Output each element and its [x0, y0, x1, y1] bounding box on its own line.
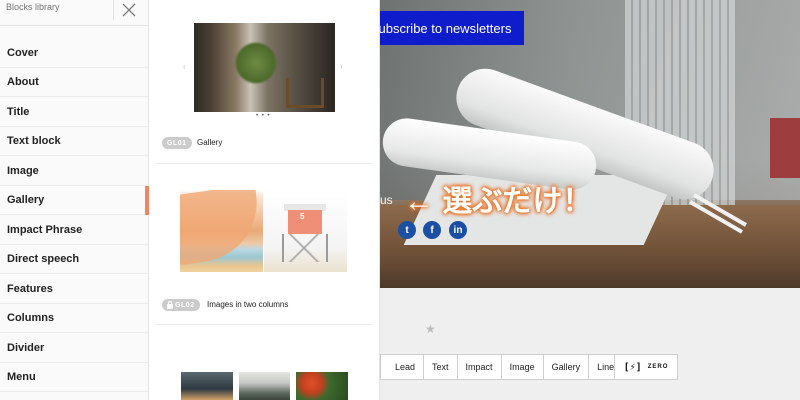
- category-features[interactable]: Features: [0, 275, 149, 304]
- subscribe-button[interactable]: ubscribe to newsletters: [380, 11, 524, 45]
- category-text-block[interactable]: Text block: [0, 127, 149, 156]
- block-preview-panel: ‹ › • • • GL01 Gallery 5 GL02 Images in …: [149, 0, 380, 400]
- type-button-image[interactable]: Image: [500, 355, 543, 379]
- zero-label: ZERO: [647, 364, 669, 370]
- category-impact-phrase[interactable]: Impact Phrase: [0, 216, 149, 245]
- block-preview-gl01[interactable]: [194, 23, 335, 112]
- category-menu[interactable]: Menu: [0, 363, 149, 392]
- star-icon: ★: [425, 322, 436, 336]
- zero-block-button[interactable]: [⚡] ZERO: [614, 354, 678, 380]
- blocks-library-sidebar: Blocks library Cover About Title Text bl…: [0, 0, 150, 400]
- linkedin-icon[interactable]: in: [449, 221, 467, 239]
- type-button-gallery[interactable]: Gallery: [542, 355, 589, 379]
- sidebar-title: Blocks library: [6, 2, 60, 12]
- block-type-bar: Lead Text Impact Image Gallery Line: [380, 354, 624, 380]
- block-code-badge: GL01: [162, 137, 192, 149]
- block-name-gl02: Images in two columns: [207, 300, 289, 309]
- slider-dots: • • •: [256, 113, 271, 119]
- zero-icon: [⚡]: [623, 361, 642, 373]
- block-name-gl01: Gallery: [197, 138, 223, 147]
- category-cover[interactable]: Cover: [0, 39, 149, 68]
- block-preview-gl02-right[interactable]: 5: [264, 190, 347, 272]
- annotation-callout: ← 選ぶだけ！: [404, 185, 593, 218]
- block-preview-gl03-photo-3[interactable]: [296, 372, 348, 400]
- category-image[interactable]: Image: [0, 157, 149, 186]
- type-button-lead[interactable]: Lead: [381, 355, 423, 379]
- category-divider[interactable]: Divider: [0, 334, 149, 363]
- arrow-left-icon: ‹: [183, 62, 186, 71]
- lock-icon: [167, 300, 173, 309]
- close-icon[interactable]: [113, 0, 143, 20]
- category-columns[interactable]: Columns: [0, 304, 149, 333]
- cover-image: ubscribe to newsletters w us t f in ← 選ぶ…: [380, 0, 800, 288]
- block-code-badge: GL02: [162, 299, 200, 311]
- facebook-icon[interactable]: f: [423, 221, 441, 239]
- category-direct-speech[interactable]: Direct speech: [0, 245, 149, 274]
- editor-canvas: ubscribe to newsletters w us t f in ← 選ぶ…: [380, 0, 800, 400]
- arrow-right-icon: ›: [340, 62, 343, 71]
- category-title[interactable]: Title: [0, 98, 149, 127]
- type-button-text[interactable]: Text: [423, 355, 457, 379]
- block-preview-gl03-photo-2[interactable]: [239, 372, 290, 400]
- twitter-icon[interactable]: t: [398, 221, 416, 239]
- follow-text: w us: [380, 193, 393, 207]
- block-preview-gl03-photo-1[interactable]: [181, 372, 233, 400]
- type-button-impact[interactable]: Impact: [456, 355, 501, 379]
- category-gallery[interactable]: Gallery: [0, 186, 150, 215]
- block-preview-gl02-left[interactable]: [180, 190, 263, 272]
- category-about[interactable]: About: [0, 68, 149, 97]
